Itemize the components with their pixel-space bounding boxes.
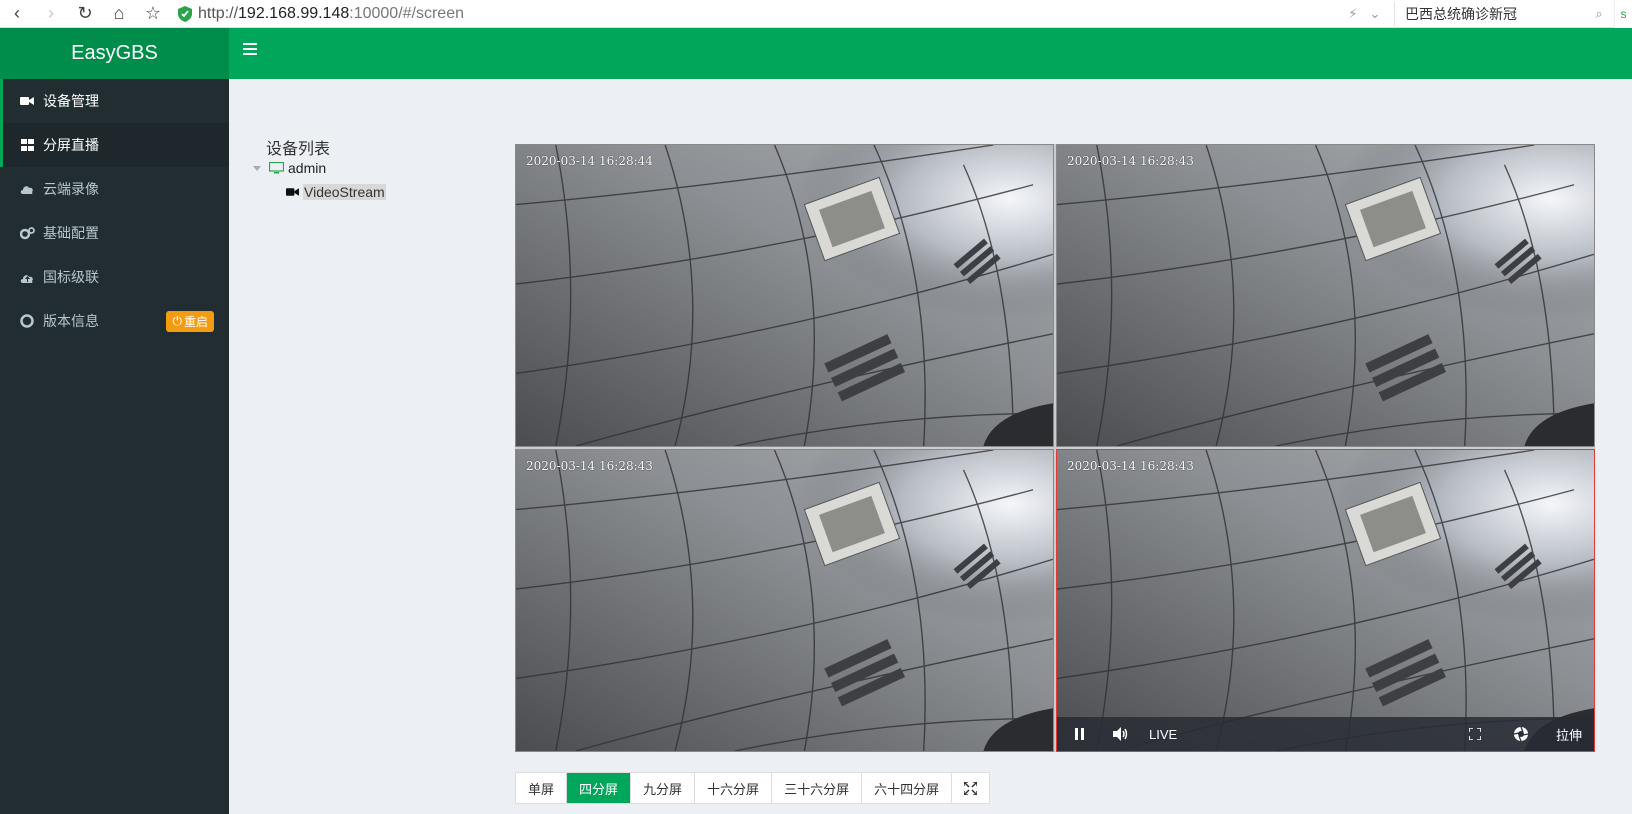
sidebar-item-label: 云端录像: [43, 181, 99, 197]
sidebar-item-cloud-recording[interactable]: 云端录像: [0, 167, 229, 211]
camera-feed-image: [516, 450, 1053, 751]
camera-feed-image: [516, 145, 1053, 446]
video-timestamp: 2020-03-14 16:28:44: [526, 154, 653, 168]
split-btn-sixtyfour[interactable]: 六十四分屏: [862, 773, 953, 803]
video-player-2[interactable]: 2020-03-14 16:28:43: [1056, 144, 1595, 447]
expand-icon[interactable]: [952, 773, 989, 803]
split-btn-thirtysix[interactable]: 三十六分屏: [772, 773, 863, 803]
caret-down-icon[interactable]: [253, 165, 261, 171]
video-player-3[interactable]: 2020-03-14 16:28:43: [515, 449, 1054, 752]
restart-label: 重启: [183, 314, 208, 329]
reload-icon[interactable]: ↻: [68, 2, 102, 26]
lightning-icon[interactable]: ⚡: [1342, 6, 1364, 22]
camera-feed-image: [1057, 145, 1594, 446]
monitor-icon: [269, 162, 284, 174]
video-player-1[interactable]: 2020-03-14 16:28:44: [515, 144, 1054, 447]
split-mode-toolbar: 单屏 四分屏 九分屏 十六分屏 三十六分屏 六十四分屏: [515, 772, 991, 804]
back-icon[interactable]: ‹: [0, 2, 34, 26]
video-camera-icon: [19, 94, 35, 108]
split-btn-four[interactable]: 四分屏: [567, 773, 632, 803]
main-content: 设备列表 admin VideoStream 2020-03-14 16:28:…: [229, 79, 1632, 814]
forward-icon[interactable]: ›: [34, 2, 68, 26]
address-bar[interactable]: http://192.168.99.148:10000/#/screen: [178, 2, 1342, 26]
chevron-down-icon[interactable]: ⌄: [1364, 6, 1386, 22]
tree-node-admin[interactable]: admin: [253, 160, 326, 176]
live-indicator: LIVE: [1149, 726, 1178, 742]
restart-badge[interactable]: ⏻ 重启: [166, 310, 214, 332]
volume-icon[interactable]: [1103, 727, 1139, 741]
split-btn-sixteen[interactable]: 十六分屏: [695, 773, 773, 803]
bookmark-star-icon[interactable]: ☆: [136, 2, 170, 26]
home-icon[interactable]: ⌂: [102, 2, 136, 26]
player-controls: LIVE 拉伸: [1057, 717, 1594, 751]
video-timestamp: 2020-03-14 16:28:43: [526, 459, 653, 473]
split-btn-single[interactable]: 单屏: [516, 773, 568, 803]
sidebar-item-version-info[interactable]: 版本信息 ⏻ 重启: [0, 299, 229, 343]
sidebar-item-split-screen[interactable]: 分屏直播: [0, 123, 229, 167]
secure-shield-icon: [178, 5, 192, 22]
app-logo[interactable]: EasyGBS: [0, 28, 229, 79]
video-timestamp: 2020-03-14 16:28:43: [1067, 459, 1194, 473]
grid-icon: [19, 138, 35, 152]
search-text: 巴西总统确诊新冠: [1405, 5, 1517, 22]
pause-icon[interactable]: [1057, 728, 1103, 740]
sidebar-item-device-management[interactable]: 设备管理: [0, 79, 229, 123]
sidebar-item-basic-config[interactable]: 基础配置: [0, 211, 229, 255]
url-path: :10000/#/screen: [349, 4, 464, 22]
browser-toolbar: ‹ › ↻ ⌂ ☆ http://192.168.99.148:10000/#/…: [0, 0, 1632, 28]
sidebar-item-label: 国标级联: [43, 269, 99, 285]
video-timestamp: 2020-03-14 16:28:43: [1067, 154, 1194, 168]
lifebuoy-icon: [19, 314, 35, 328]
search-icon[interactable]: ⌕: [1584, 6, 1614, 22]
sidebar-item-gb-cascade[interactable]: 国标级联: [0, 255, 229, 299]
power-icon: ⏻: [172, 313, 182, 328]
video-grid: 2020-03-14 16:28:44 2020-03-14 16:28:43: [515, 144, 1595, 752]
sidebar-item-label: 分屏直播: [43, 137, 99, 153]
stretch-button[interactable]: 拉伸: [1544, 725, 1594, 744]
tree-node-label: admin: [288, 160, 327, 176]
fullscreen-icon[interactable]: [1452, 728, 1498, 740]
sidebar-item-label: 版本信息: [43, 313, 99, 329]
snapshot-icon[interactable]: [1498, 726, 1544, 742]
cloud-icon: [19, 182, 35, 196]
search-box[interactable]: 巴西总统确诊新冠 ⌕: [1394, 1, 1614, 26]
device-list-title: 设备列表: [266, 141, 331, 158]
sidebar-item-label: 基础配置: [43, 225, 99, 241]
split-btn-nine[interactable]: 九分屏: [631, 773, 696, 803]
sidebar-item-label: 设备管理: [43, 93, 99, 109]
camera-feed-image: [1057, 450, 1594, 751]
extension-icon[interactable]: s: [1614, 0, 1632, 28]
tree-node-label: VideoStream: [303, 184, 386, 200]
app-header: EasyGBS: [0, 28, 1632, 79]
sidebar: 设备管理 分屏直播 云端录像 基础配置 国标级联 版本信息 ⏻ 重启: [0, 79, 229, 814]
url-scheme: http://: [198, 4, 239, 22]
video-player-4[interactable]: 2020-03-14 16:28:43 LIVE 拉伸: [1056, 449, 1595, 752]
menu-toggle-icon[interactable]: [243, 43, 257, 57]
tree-node-videostream[interactable]: VideoStream: [286, 184, 386, 200]
video-camera-icon: [286, 188, 299, 196]
gears-icon: [19, 226, 35, 240]
url-host: 192.168.99.148: [238, 4, 350, 22]
cloud-upload-icon: [19, 270, 35, 284]
